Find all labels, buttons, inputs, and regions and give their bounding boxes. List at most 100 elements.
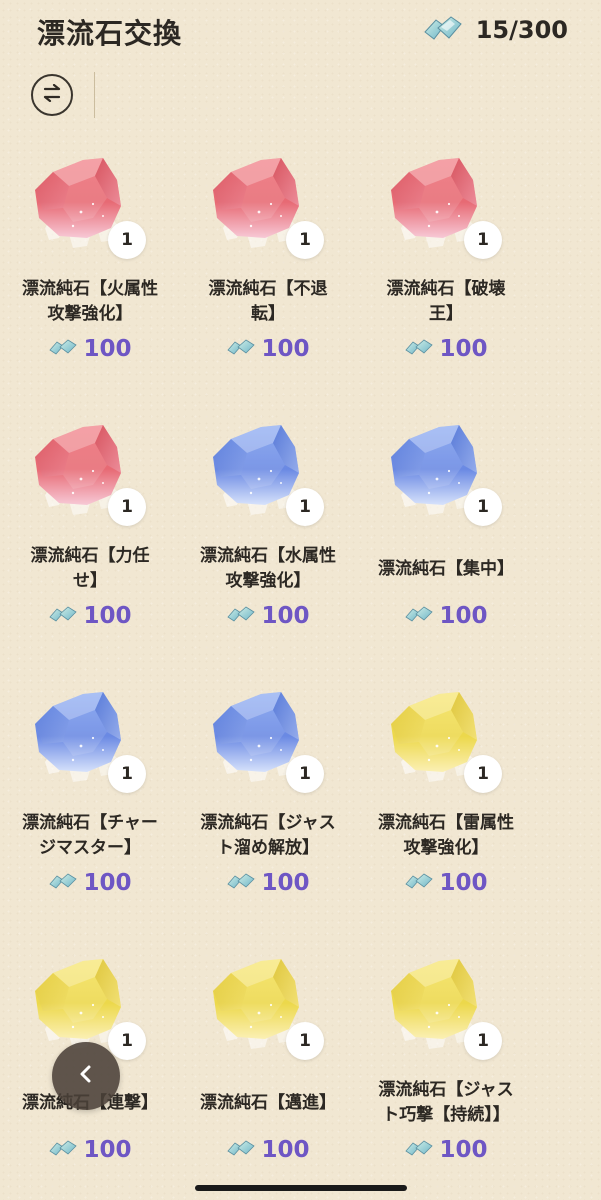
- price-value: 100: [261, 1137, 310, 1163]
- item-name-line: 漂流純石【火属性: [22, 279, 158, 299]
- crystal-shards-icon: [48, 872, 78, 894]
- item-name-line: 攻撃強化】: [47, 304, 133, 324]
- item-name-line: 攻撃強化】: [225, 571, 311, 591]
- crystal-shards-icon: [48, 605, 78, 627]
- exchange-item[interactable]: 1 漂流純石【破壊 王】 100: [356, 140, 536, 390]
- item-name-line: 漂流純石【雷属性: [378, 813, 514, 833]
- price-value: 100: [261, 603, 310, 629]
- exchange-item[interactable]: 1 漂流純石【力任 せ】 100: [0, 407, 180, 657]
- item-name-line: 漂流純石【ジャス: [378, 1080, 514, 1100]
- quantity-badge: 1: [286, 488, 324, 526]
- quantity-badge: 1: [108, 488, 146, 526]
- item-name-line: 漂流純石【邁進】: [200, 1092, 336, 1113]
- item-price: 100: [0, 336, 180, 362]
- item-name: 漂流純石【不退 転】: [178, 274, 358, 330]
- price-value: 100: [83, 1137, 132, 1163]
- back-button[interactable]: [52, 1042, 120, 1110]
- item-name-line: 漂流純石【不退: [208, 279, 328, 299]
- item-name: 漂流純石【ジャス ト巧撃【持続】】: [356, 1075, 536, 1131]
- crystal-shards-icon: [48, 338, 78, 360]
- item-price: 100: [356, 870, 536, 896]
- item-price: 100: [178, 1137, 358, 1163]
- exchange-item[interactable]: 1 漂流純石【不退 転】 100: [178, 140, 358, 390]
- item-name-line: 漂流純石【集中】: [378, 558, 514, 579]
- exchange-item[interactable]: 1 漂流純石【ジャス ト溜め解放】 100: [178, 674, 358, 924]
- swap-arrows-icon: [41, 83, 63, 106]
- item-name: 漂流純石【力任 せ】: [0, 541, 180, 597]
- quantity-badge: 1: [464, 488, 502, 526]
- header: 漂流石交換 15/300: [0, 0, 601, 62]
- exchange-item[interactable]: 1 漂流純石【水属性 攻撃強化】 100: [178, 407, 358, 657]
- item-name: 漂流純石【水属性 攻撃強化】: [178, 541, 358, 597]
- exchange-item[interactable]: 1 漂流純石【チャー ジマスター】 100: [0, 674, 180, 924]
- crystal-shards-icon: [226, 338, 256, 360]
- item-name: 漂流純石【チャー ジマスター】: [0, 808, 180, 864]
- item-price: 100: [0, 1137, 180, 1163]
- item-name: 漂流純石【邁進】: [178, 1075, 358, 1131]
- item-name-line: 漂流純石【破壊: [386, 279, 506, 299]
- item-name-line: 漂流純石【水属性: [200, 546, 336, 566]
- quantity-badge: 1: [108, 1022, 146, 1060]
- price-value: 100: [439, 336, 488, 362]
- item-price: 100: [178, 870, 358, 896]
- toolbar-divider: [94, 72, 95, 118]
- chevron-left-icon: [78, 1064, 94, 1088]
- item-name-line: 漂流純石【力任: [30, 546, 150, 566]
- price-value: 100: [261, 870, 310, 896]
- item-price: 100: [0, 603, 180, 629]
- crystal-shards-icon: [404, 872, 434, 894]
- item-name-line: せ】: [73, 571, 107, 591]
- quantity-badge: 1: [464, 1022, 502, 1060]
- quantity-badge: 1: [464, 755, 502, 793]
- item-name: 漂流純石【雷属性 攻撃強化】: [356, 808, 536, 864]
- quantity-badge: 1: [286, 755, 324, 793]
- currency-display: 15/300: [422, 14, 568, 46]
- price-value: 100: [439, 603, 488, 629]
- crystal-shards-icon: [226, 872, 256, 894]
- item-price: 100: [356, 336, 536, 362]
- item-name: 漂流純石【集中】: [356, 541, 536, 597]
- price-value: 100: [439, 870, 488, 896]
- crystal-shards-icon: [226, 1139, 256, 1161]
- quantity-badge: 1: [108, 221, 146, 259]
- crystal-shards-icon: [422, 14, 464, 46]
- item-name-line: 王】: [429, 304, 463, 324]
- item-name-line: ジマスター】: [39, 838, 141, 858]
- exchange-item[interactable]: 1 漂流純石【火属性 攻撃強化】 100: [0, 140, 180, 390]
- item-name-line: ト溜め解放】: [217, 838, 319, 858]
- exchange-item[interactable]: 1 漂流純石【集中】 100: [356, 407, 536, 657]
- page-title: 漂流石交換: [37, 17, 183, 50]
- item-price: 100: [178, 603, 358, 629]
- price-value: 100: [83, 336, 132, 362]
- item-price: 100: [356, 603, 536, 629]
- crystal-shards-icon: [226, 605, 256, 627]
- price-value: 100: [83, 603, 132, 629]
- crystal-shards-icon: [404, 1139, 434, 1161]
- exchange-item[interactable]: 1 漂流純石【雷属性 攻撃強化】 100: [356, 674, 536, 924]
- item-name: 漂流純石【ジャス ト溜め解放】: [178, 808, 358, 864]
- item-name: 漂流純石【破壊 王】: [356, 274, 536, 330]
- item-name-line: 漂流純石【チャー: [22, 813, 158, 833]
- exchange-item[interactable]: 1 漂流純石【邁進】 100: [178, 941, 358, 1191]
- swap-button[interactable]: [31, 74, 73, 116]
- price-value: 100: [439, 1137, 488, 1163]
- toolbar: [0, 70, 601, 120]
- item-name-line: 攻撃強化】: [403, 838, 489, 858]
- item-name-line: 転】: [251, 304, 285, 324]
- price-value: 100: [261, 336, 310, 362]
- quantity-badge: 1: [108, 755, 146, 793]
- crystal-shards-icon: [404, 338, 434, 360]
- item-name-line: 漂流純石【ジャス: [200, 813, 336, 833]
- item-price: 100: [0, 870, 180, 896]
- quantity-badge: 1: [464, 221, 502, 259]
- crystal-shards-icon: [404, 605, 434, 627]
- item-price: 100: [178, 336, 358, 362]
- home-indicator: [195, 1185, 407, 1191]
- item-name: 漂流純石【火属性 攻撃強化】: [0, 274, 180, 330]
- quantity-badge: 1: [286, 1022, 324, 1060]
- exchange-item[interactable]: 1 漂流純石【ジャス ト巧撃【持続】】 100: [356, 941, 536, 1191]
- currency-count: 15/300: [475, 16, 568, 44]
- crystal-shards-icon: [48, 1139, 78, 1161]
- price-value: 100: [83, 870, 132, 896]
- item-price: 100: [356, 1137, 536, 1163]
